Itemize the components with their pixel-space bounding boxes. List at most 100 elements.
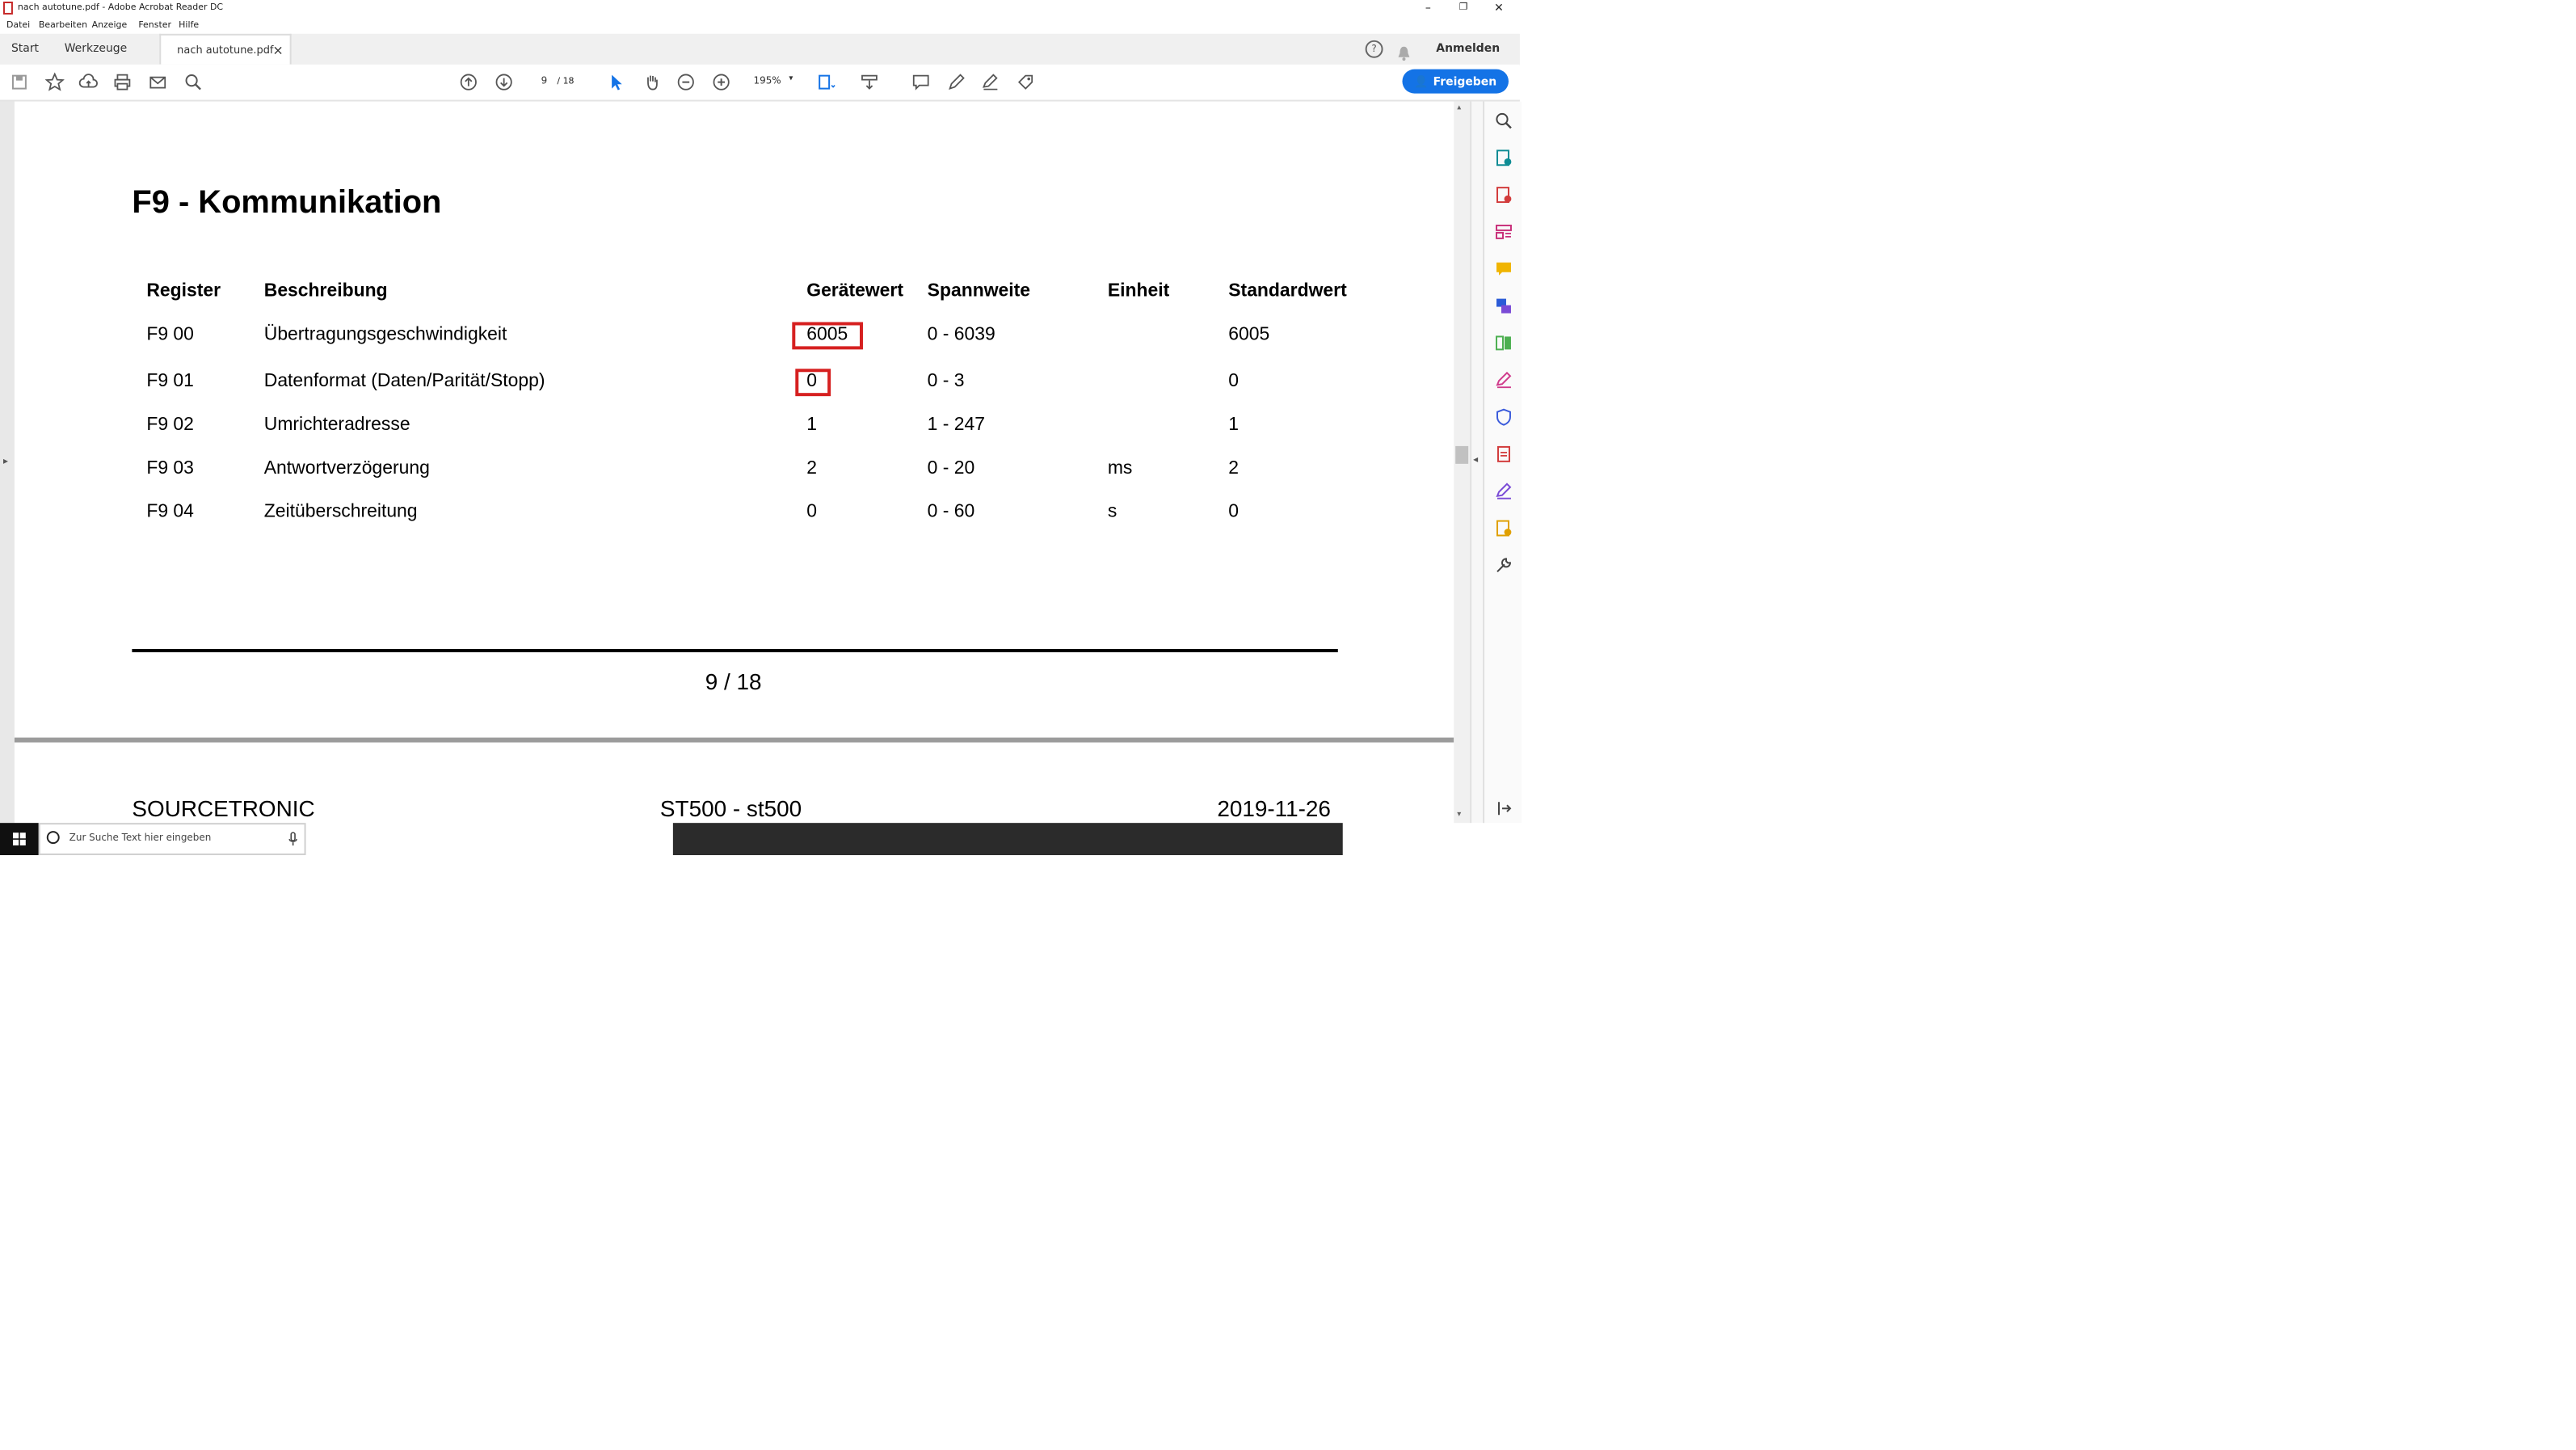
microphone-icon[interactable]: [288, 831, 298, 847]
table-cell-device-value: 2: [806, 458, 818, 478]
scroll-up-icon[interactable]: ▴: [1457, 103, 1461, 113]
collapse-pane-icon[interactable]: [1494, 797, 1513, 816]
scrollbar-thumb[interactable]: [1455, 445, 1469, 464]
menu-fenster[interactable]: Fenster: [138, 20, 171, 30]
tab-document[interactable]: nach autotune.pdf ×: [159, 33, 292, 66]
collapse-right-arrow-icon[interactable]: ◂: [1473, 454, 1478, 466]
chevron-down-icon: ▾: [789, 74, 793, 84]
share-button-label: Freigeben: [1433, 74, 1497, 88]
menu-datei[interactable]: Datei: [6, 20, 30, 30]
menu-bar: Datei Bearbeiten Anzeige Fenster Hilfe: [0, 15, 2576, 34]
fit-page-icon[interactable]: [814, 71, 837, 94]
zoom-level-select[interactable]: 195% ▾: [744, 74, 799, 91]
edit-pdf-icon[interactable]: [1494, 221, 1513, 240]
draw-icon[interactable]: [979, 71, 1001, 94]
menu-bearbeiten[interactable]: Bearbeiten: [39, 20, 87, 30]
create-pdf-icon[interactable]: [1494, 183, 1513, 204]
tab-start[interactable]: Start: [11, 34, 39, 65]
menu-anzeige[interactable]: Anzeige: [92, 20, 128, 30]
footer-product: ST500 - st500: [659, 795, 802, 822]
scroll-mode-icon[interactable]: [858, 71, 881, 94]
signin-link[interactable]: Anmelden: [1436, 42, 1500, 55]
search-icon[interactable]: [182, 71, 204, 94]
document-viewport[interactable]: F9 - Kommunikation Register Beschreibung…: [14, 101, 1454, 824]
page-number-input[interactable]: 9: [529, 74, 559, 94]
fill-sign-icon[interactable]: [1014, 71, 1037, 94]
table-cell-register: F9 03: [146, 458, 194, 478]
protect-shield-icon[interactable]: [1494, 406, 1513, 426]
tab-close-icon[interactable]: ×: [272, 36, 283, 66]
search-tools-icon[interactable]: [1494, 109, 1513, 129]
restore-button[interactable]: ❐: [1446, 0, 1481, 16]
column-header-range: Spannweite: [927, 281, 1031, 301]
upload-cloud-icon[interactable]: [78, 71, 100, 94]
section-heading: F9 - Kommunikation: [132, 185, 442, 221]
left-panel-collapsed[interactable]: ▸: [0, 101, 15, 824]
certificates-icon[interactable]: [1494, 517, 1513, 537]
table-cell-range: 0 - 60: [927, 502, 975, 522]
vertical-scrollbar[interactable]: ▴ ▾: [1454, 101, 1471, 824]
zoom-level-value: 195%: [753, 75, 781, 87]
expand-left-arrow-icon[interactable]: ▸: [3, 456, 8, 467]
table-cell-default: 2: [1228, 458, 1240, 478]
windows-logo-icon: [12, 832, 26, 846]
table-cell-range: 0 - 6039: [927, 325, 995, 345]
highlight-pen-icon[interactable]: [945, 71, 968, 94]
previous-page-icon[interactable]: [457, 71, 480, 94]
send-for-review-icon[interactable]: [1494, 443, 1513, 462]
page-total: / 18: [557, 77, 575, 87]
taskbar-search-box[interactable]: Zur Suche Text hier eingeben: [38, 823, 306, 856]
zoom-in-icon[interactable]: [710, 71, 733, 94]
previous-row-cutoff: [143, 102, 1270, 105]
column-header-default: Standardwert: [1228, 281, 1347, 301]
scroll-down-icon[interactable]: ▾: [1457, 810, 1461, 820]
table-cell-device-value: 0: [806, 372, 818, 392]
pdf-app-icon: [2, 1, 13, 15]
organize-pages-icon[interactable]: [1494, 331, 1513, 351]
save-icon[interactable]: [8, 71, 31, 94]
table-cell-unit: s: [1107, 502, 1118, 522]
export-pdf-icon[interactable]: [1494, 146, 1513, 166]
tools-pane: [1483, 101, 1522, 824]
column-header-unit: Einheit: [1107, 281, 1170, 301]
share-button[interactable]: 👤 Freigeben: [1402, 69, 1509, 94]
column-header-description: Beschreibung: [263, 281, 388, 301]
page-number-label: 9 / 18: [705, 668, 762, 694]
table-cell-register: F9 01: [146, 372, 194, 392]
tab-document-label: nach autotune.pdf: [177, 43, 274, 57]
table-cell-device-value: 1: [806, 415, 818, 435]
menu-hilfe[interactable]: Hilfe: [179, 20, 199, 30]
minimize-button[interactable]: –: [1410, 0, 1446, 16]
table-cell-unit: ms: [1107, 458, 1133, 478]
table-cell-description: Datenformat (Daten/Parität/Stopp): [263, 372, 545, 392]
table-cell-default: 1: [1228, 415, 1240, 435]
request-signature-icon[interactable]: [1494, 480, 1513, 499]
hand-tool-icon[interactable]: [641, 71, 663, 94]
more-tools-wrench-icon[interactable]: [1494, 554, 1513, 573]
footer-company: SOURCETRONIC: [132, 795, 315, 822]
taskbar-search-placeholder: Zur Suche Text hier eingeben: [69, 832, 212, 845]
table-cell-default: 0: [1228, 502, 1240, 522]
tab-tools[interactable]: Werkzeuge: [65, 34, 128, 65]
table-cell-device-value: 0: [806, 502, 818, 522]
column-header-device-value: Gerätewert: [806, 281, 903, 301]
bell-icon[interactable]: [1397, 40, 1410, 61]
next-page-icon[interactable]: [493, 71, 516, 94]
email-icon[interactable]: [146, 71, 169, 94]
page-separator: [14, 737, 1454, 743]
table-cell-range: 0 - 20: [927, 458, 975, 478]
windows-start-button[interactable]: [0, 823, 39, 856]
zoom-out-icon[interactable]: [675, 71, 697, 94]
table-cell-description: Umrichteradresse: [263, 415, 410, 435]
help-icon[interactable]: ?: [1365, 40, 1383, 58]
table-cell-description: Antwortverzögerung: [263, 458, 430, 478]
bookmark-star-icon[interactable]: [44, 71, 66, 94]
fill-and-sign-icon[interactable]: [1494, 369, 1513, 389]
print-icon[interactable]: [111, 71, 133, 94]
comment-icon[interactable]: [910, 71, 932, 94]
select-tool-icon[interactable]: [605, 71, 628, 94]
close-window-button[interactable]: ✕: [1481, 0, 1517, 16]
comment-tool-icon[interactable]: [1494, 258, 1513, 277]
title-bar: nach autotune.pdf - Adobe Acrobat Reader…: [0, 0, 2576, 16]
combine-files-icon[interactable]: [1494, 295, 1513, 314]
